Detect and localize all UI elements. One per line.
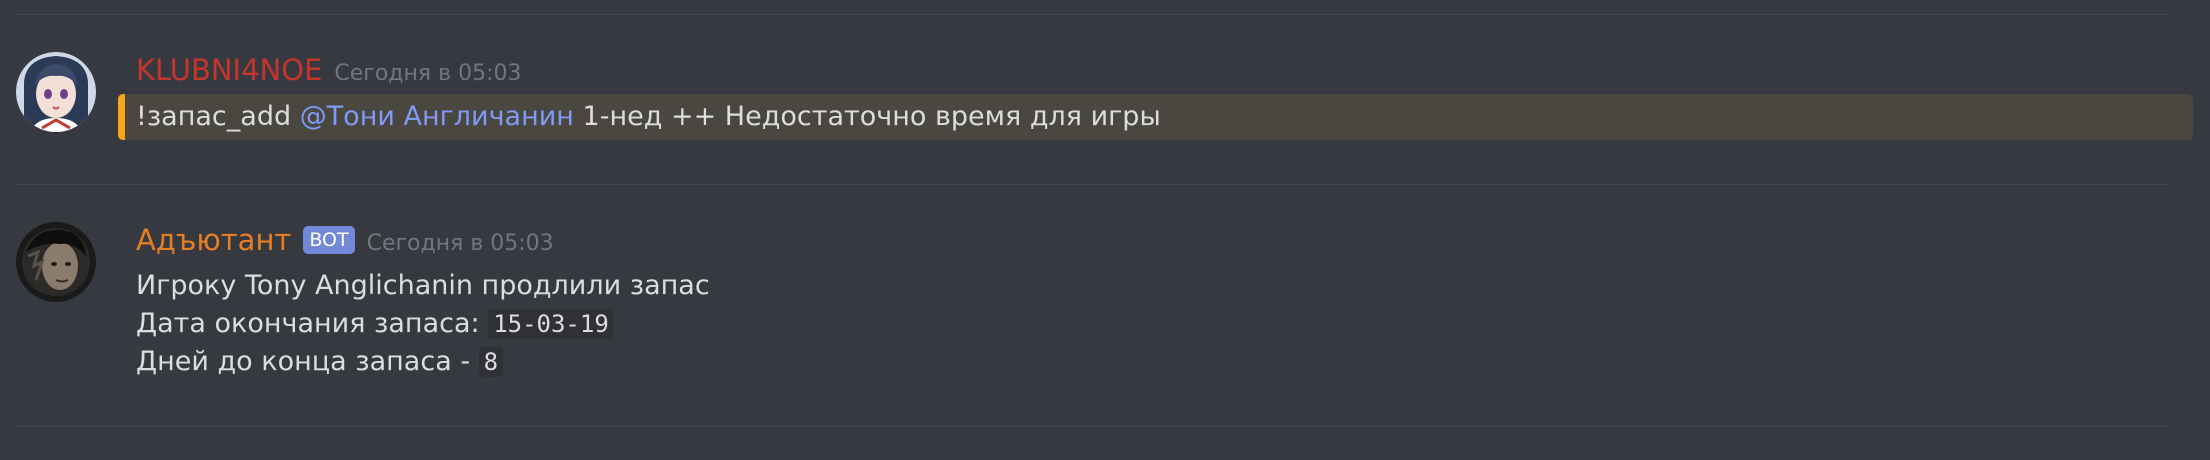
anime-girl-avatar-icon[interactable] [16,52,96,132]
message-1-header: KLUBNI4NOE Сегодня в 05:03 [136,52,522,89]
username[interactable]: KLUBNI4NOE [136,52,322,88]
username[interactable]: Адъютант [136,222,291,258]
message-1-text: !запас_add @Тони Англичанин 1-нед ++ Нед… [136,98,1161,136]
user-mention[interactable]: @Тони Англичанин [300,101,574,132]
message-2-header: Адъютант BOT Сегодня в 05:03 [136,222,554,259]
bot-line-1: Игроку Tony Anglichanin продлили запас [136,270,710,301]
divider-top [16,14,2168,15]
bot-line-2: Дата окончания запаса: 15-03-19 [136,305,614,343]
mention-bar [118,94,125,140]
bot-badge: BOT [303,226,355,254]
expiry-label: Дата окончания запаса: [136,308,489,339]
bot-line-3: Дней до конца запаса - 8 [136,343,504,381]
divider-middle [16,184,2168,185]
days-left-label: Дней до конца запаса - [136,346,479,377]
timestamp: Сегодня в 05:03 [334,61,522,86]
command-text: !запас_add [136,101,300,132]
dark-face-avatar-icon[interactable] [16,222,96,302]
divider-bottom [16,426,2168,427]
expiry-date-code: 15-03-19 [488,309,614,339]
days-left-code: 8 [478,347,504,377]
timestamp: Сегодня в 05:03 [366,231,554,256]
command-args: 1-нед ++ Недостаточно время для игры [573,101,1161,132]
